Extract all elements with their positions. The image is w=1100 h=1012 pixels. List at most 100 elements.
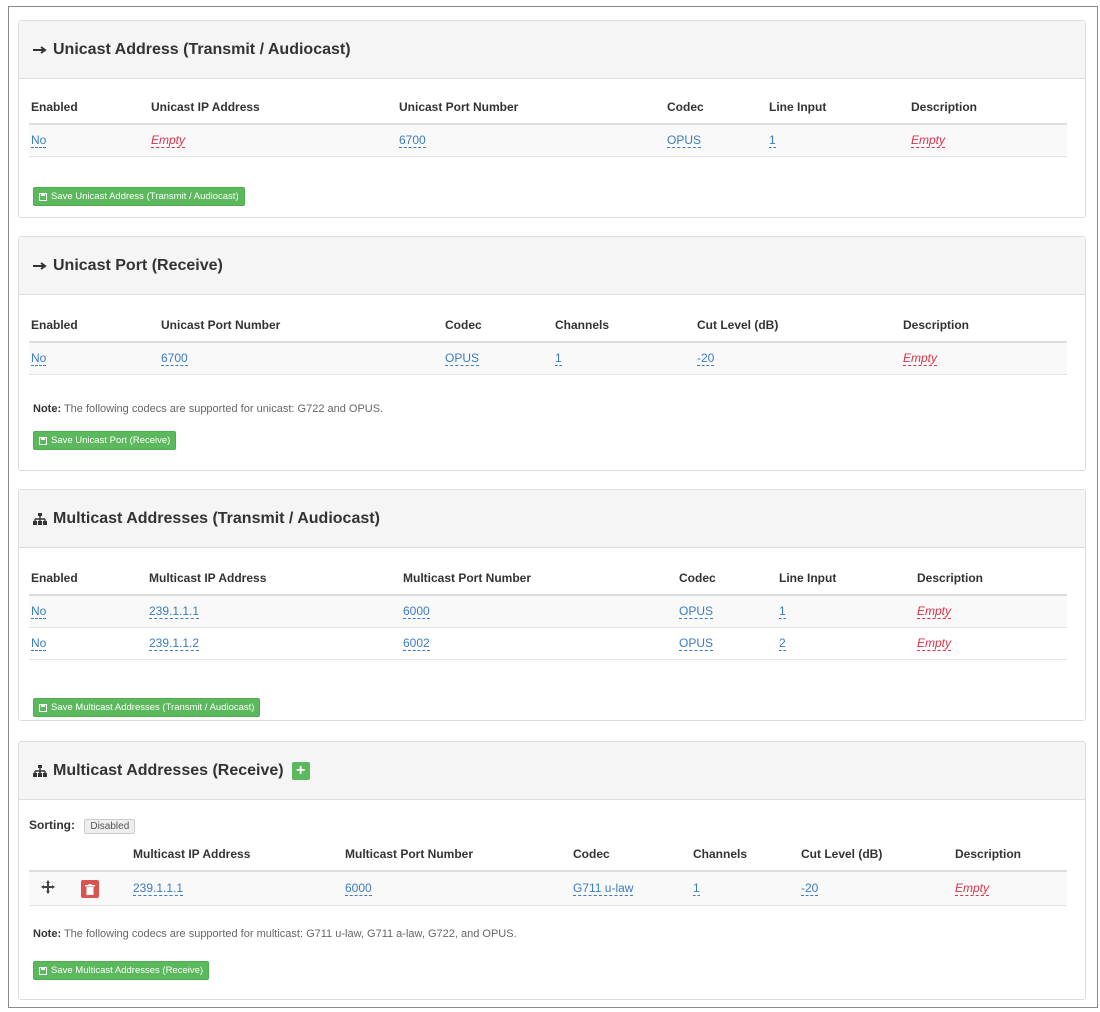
column-header: Unicast IP Address [151, 100, 260, 114]
table-header: Enabled Multicast IP Address Multicast P… [29, 562, 1067, 596]
table-row: No 6700 OPUS 1 -20 Empty [29, 343, 1067, 375]
save-multicast-transmit-button[interactable]: Save Multicast Addresses (Transmit / Aud… [33, 698, 261, 717]
column-header: Line Input [779, 571, 837, 585]
codec-value[interactable]: OPUS [445, 352, 480, 366]
panel-heading: Unicast Port (Receive) [19, 237, 1085, 295]
column-header: Line Input [769, 100, 827, 114]
description-value[interactable]: Empty [911, 134, 946, 148]
multicast-receive-table: Multicast IP Address Multicast Port Numb… [29, 838, 1067, 906]
panel-body: Enabled Unicast Port Number Codec Channe… [19, 309, 1085, 450]
port-value[interactable]: 6000 [403, 605, 430, 619]
panel-title: Multicast Addresses (Receive) [53, 761, 284, 779]
table-header: Enabled Unicast Port Number Codec Channe… [29, 309, 1067, 343]
line-input-value[interactable]: 2 [779, 637, 786, 651]
enabled-value[interactable]: No [31, 637, 47, 651]
column-header: Enabled [31, 100, 78, 114]
column-header: Description [917, 571, 984, 585]
floppy-disk-icon [39, 436, 47, 445]
sitemap-icon [33, 512, 47, 526]
save-button-label: Save Unicast Address (Transmit / Audioca… [51, 191, 239, 202]
column-header: Description [955, 847, 1022, 861]
multicast-receive-panel: Multicast Addresses (Receive) + Sorting:… [18, 741, 1086, 1000]
save-unicast-receive-button[interactable]: Save Unicast Port (Receive) [33, 431, 177, 450]
table-row: No 239.1.1.2 6002 OPUS 2 Empty [29, 628, 1067, 660]
codec-value[interactable]: OPUS [667, 134, 702, 148]
cut-level-value[interactable]: -20 [697, 352, 715, 366]
save-unicast-transmit-button[interactable]: Save Unicast Address (Transmit / Audioca… [33, 187, 245, 206]
unicast-transmit-table: Enabled Unicast IP Address Unicast Port … [29, 91, 1067, 157]
codec-value[interactable]: G711 u-law [573, 882, 634, 896]
column-header: Enabled [31, 318, 78, 332]
column-header: Codec [679, 571, 716, 585]
table-row: No 239.1.1.1 6000 OPUS 1 Empty [29, 596, 1067, 628]
channels-value[interactable]: 1 [693, 882, 700, 896]
column-header: Unicast Port Number [161, 318, 281, 332]
sorting-toggle-button[interactable]: Disabled [84, 819, 136, 834]
panel-body: Sorting: Disabled Multicast IP Address M… [19, 800, 1085, 999]
column-header: Description [911, 100, 978, 114]
ip-address-value[interactable]: 239.1.1.1 [149, 605, 200, 619]
trash-icon [85, 883, 95, 895]
description-value[interactable]: Empty [903, 352, 938, 366]
plus-icon: + [295, 761, 306, 779]
column-header: Cut Level (dB) [697, 318, 779, 332]
description-value[interactable]: Empty [917, 605, 952, 619]
unicast-receive-table: Enabled Unicast Port Number Codec Channe… [29, 309, 1067, 375]
delete-row-button[interactable] [81, 880, 99, 898]
ip-address-value[interactable]: 239.1.1.2 [149, 637, 200, 651]
column-header: Cut Level (dB) [801, 847, 883, 861]
sorting-label: Sorting: [29, 818, 75, 832]
panel-body: Enabled Unicast IP Address Unicast Port … [19, 91, 1085, 206]
panel-heading: Unicast Address (Transmit / Audiocast) [19, 21, 1085, 79]
drag-handle-icon[interactable] [41, 880, 55, 897]
table-header: Multicast IP Address Multicast Port Numb… [29, 838, 1067, 872]
note-label: Note: [33, 928, 62, 940]
description-value[interactable]: Empty [955, 882, 990, 896]
codec-note: Note: The following codecs are supported… [33, 928, 517, 940]
column-header: Codec [445, 318, 482, 332]
panel-title: Unicast Address (Transmit / Audiocast) [53, 40, 351, 58]
description-value[interactable]: Empty [917, 637, 952, 651]
column-header: Codec [667, 100, 704, 114]
channels-value[interactable]: 1 [555, 352, 562, 366]
note-text: The following codecs are supported for m… [61, 928, 517, 940]
arrow-right-icon [33, 261, 47, 271]
enabled-value[interactable]: No [31, 134, 47, 148]
cut-level-value[interactable]: -20 [801, 882, 819, 896]
port-value[interactable]: 6002 [403, 637, 430, 651]
codec-value[interactable]: OPUS [679, 605, 714, 619]
save-multicast-receive-button[interactable]: Save Multicast Addresses (Receive) [33, 961, 210, 980]
line-input-value[interactable]: 1 [769, 134, 776, 148]
floppy-disk-icon [39, 703, 47, 712]
table-row: 239.1.1.1 6000 G711 u-law 1 -20 Empty [29, 872, 1067, 906]
unicast-transmit-panel: Unicast Address (Transmit / Audiocast) E… [18, 20, 1086, 218]
multicast-transmit-table: Enabled Multicast IP Address Multicast P… [29, 562, 1067, 660]
codec-value[interactable]: OPUS [679, 637, 714, 651]
port-value[interactable]: 6000 [345, 882, 372, 896]
port-value[interactable]: 6700 [161, 352, 188, 366]
add-multicast-address-button[interactable]: + [291, 761, 310, 780]
table-row: No Empty 6700 OPUS 1 Empty [29, 125, 1067, 157]
enabled-value[interactable]: No [31, 352, 47, 366]
table-header: Enabled Unicast IP Address Unicast Port … [29, 91, 1067, 125]
multicast-transmit-panel: Multicast Addresses (Transmit / Audiocas… [18, 489, 1086, 721]
column-header: Codec [573, 847, 610, 861]
panel-heading: Multicast Addresses (Transmit / Audiocas… [19, 490, 1085, 548]
ip-address-value[interactable]: Empty [151, 134, 186, 148]
column-header: Multicast Port Number [345, 847, 474, 861]
line-input-value[interactable]: 1 [779, 605, 786, 619]
column-header: Channels [555, 318, 610, 332]
enabled-value[interactable]: No [31, 605, 47, 619]
floppy-disk-icon [39, 192, 47, 201]
note-text: The following codecs are supported for u… [61, 403, 384, 415]
panel-heading: Multicast Addresses (Receive) + [19, 742, 1085, 800]
note-label: Note: [33, 403, 62, 415]
column-header: Multicast Port Number [403, 571, 532, 585]
ip-address-value[interactable]: 239.1.1.1 [133, 882, 184, 896]
panel-title: Unicast Port (Receive) [53, 256, 223, 274]
column-header: Enabled [31, 571, 78, 585]
save-button-label: Save Multicast Addresses (Transmit / Aud… [51, 702, 255, 713]
port-value[interactable]: 6700 [399, 134, 426, 148]
column-header: Multicast IP Address [149, 571, 267, 585]
arrow-right-icon [33, 45, 47, 55]
